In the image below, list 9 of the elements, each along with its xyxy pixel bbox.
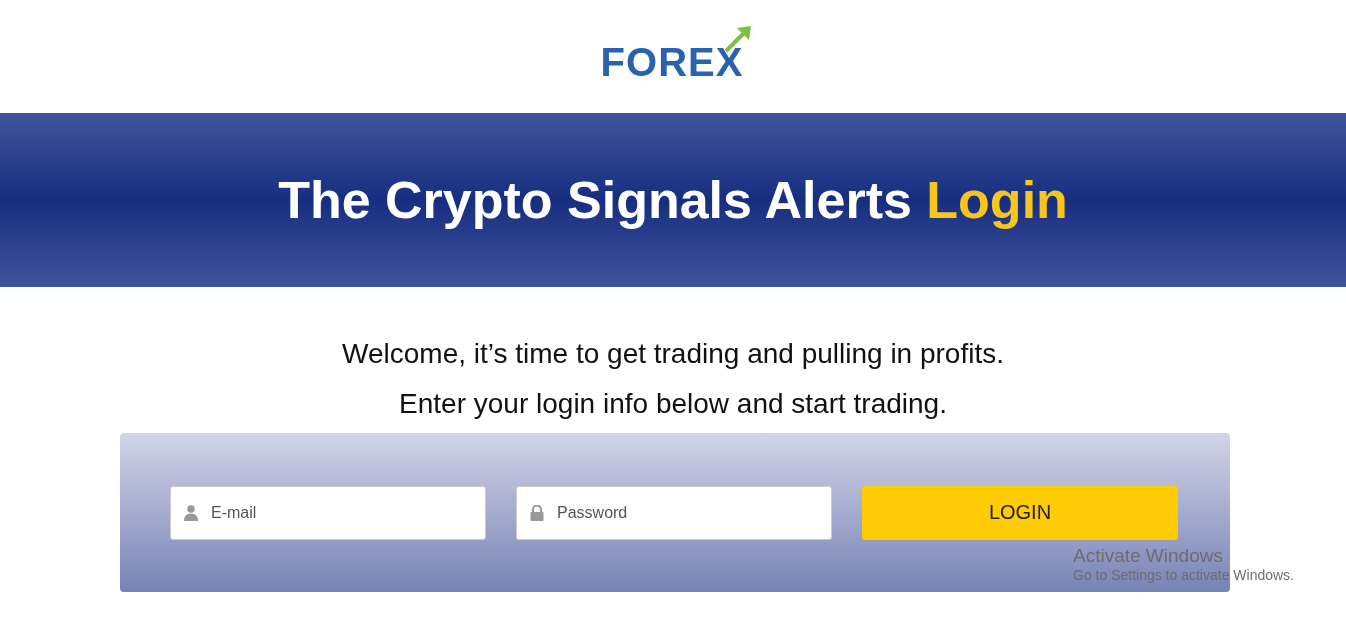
- password-field[interactable]: Password: [516, 485, 832, 540]
- intro-text: Welcome, it’s time to get trading and pulling in profits.: [342, 337, 1004, 371]
- page-title: The Crypto Signals Alerts Login: [278, 170, 1068, 230]
- activation-text: Go to Settings to activate Windows.: [1073, 567, 1294, 583]
- activation-title: Activate Windows: [1073, 545, 1224, 567]
- email-field[interactable]: E-mail: [170, 485, 486, 540]
- forex-logo: FOREX: [600, 24, 754, 93]
- login-button[interactable]: LOGIN: [862, 485, 1178, 540]
- intro-text: Enter your login info below and start trading.: [399, 387, 947, 421]
